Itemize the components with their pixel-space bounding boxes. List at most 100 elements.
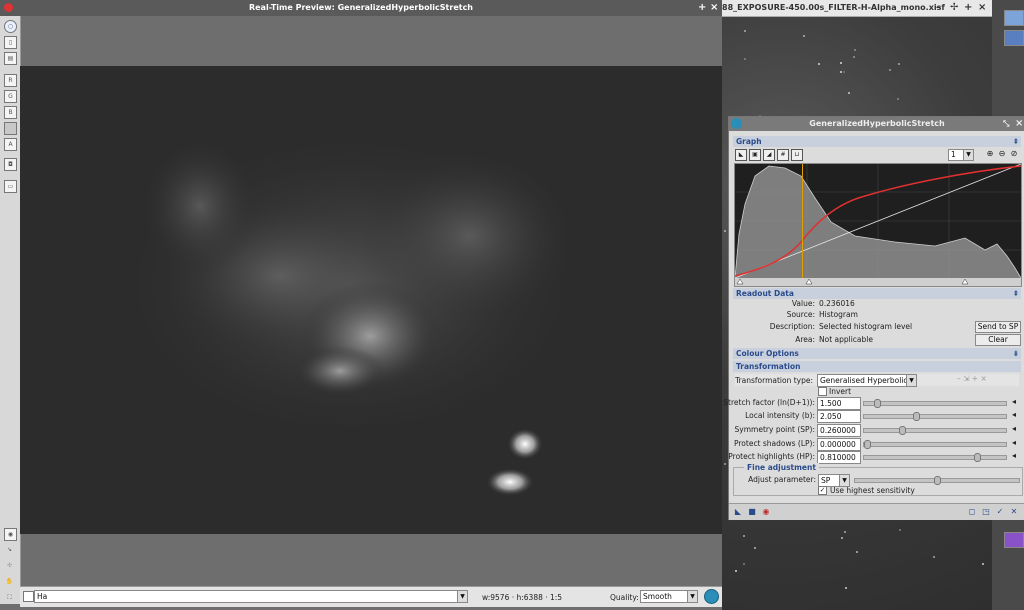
graph-save-icon[interactable]: ▣ (749, 149, 761, 161)
graph-mode-icon[interactable]: ◣ (735, 149, 747, 161)
reset-icon[interactable]: ◂ (1009, 424, 1019, 434)
symmetry-point-slider[interactable] (863, 426, 1007, 435)
close-icon[interactable]: × (1015, 117, 1023, 130)
reset-icon[interactable]: ◂ (1009, 410, 1019, 420)
dialog-bottom-bar: ◣ ■ ◉ ◻ ◳ ✓ ✕ (729, 503, 1024, 520)
channel-g-button[interactable]: G (4, 90, 17, 103)
slider-knob[interactable] (934, 476, 941, 485)
image-icon-thumbnail[interactable] (1004, 10, 1024, 26)
zoom-select[interactable]: 1 ▼ (948, 149, 974, 161)
zoom-in-icon[interactable]: ⊕ (985, 149, 995, 159)
view-select[interactable]: Ha ▼ (34, 590, 468, 603)
graph-histogram-icon[interactable]: ◢ (763, 149, 775, 161)
protect-highlights-slider[interactable] (863, 453, 1007, 462)
arrow-select-icon[interactable]: ↘ (4, 544, 15, 555)
browse-doc-icon[interactable]: ◻ (967, 507, 977, 517)
protect-highlights-label: Protect highlights (HP): (728, 452, 815, 461)
globe-icon[interactable] (704, 589, 719, 604)
star (723, 229, 726, 232)
fine-adjustment-title: Fine adjustment (744, 463, 819, 472)
quality-label: Quality: (610, 593, 639, 602)
channel-b-button[interactable]: B (4, 106, 17, 119)
apply-check-icon[interactable]: ✓ (995, 507, 1005, 517)
protect-shadows-input[interactable]: 0.000000 (817, 438, 861, 451)
slider-knob[interactable] (899, 426, 907, 435)
reset-all-icon[interactable]: ✕ (1009, 507, 1019, 517)
clear-button[interactable]: Clear (975, 334, 1021, 346)
camera-icon[interactable]: ◘ (4, 158, 17, 171)
graph-log-icon[interactable]: ⊔ (791, 149, 803, 161)
restore-icon[interactable]: ✢ (950, 0, 958, 16)
protect-shadows-slider[interactable] (863, 440, 1007, 449)
collapse-icon: ⇞ (1012, 137, 1019, 146)
star (932, 555, 935, 558)
local-intensity-slider[interactable] (863, 412, 1007, 421)
readout-value: 0.236016 (819, 299, 855, 308)
zoom-out-icon[interactable]: ⊖ (997, 149, 1007, 159)
star (743, 562, 746, 565)
channel-a-button[interactable]: A (4, 138, 17, 151)
record-icon[interactable] (4, 3, 13, 12)
graph-grid-icon[interactable]: # (777, 149, 789, 161)
slider-knob[interactable] (974, 453, 982, 462)
quality-select[interactable]: Smooth ▼ (640, 590, 698, 603)
use-highest-sensitivity-checkbox[interactable]: ✓ (818, 486, 827, 495)
channel-r-button[interactable]: R (4, 74, 17, 87)
channel-rgb-button[interactable] (4, 122, 17, 135)
stretch-factor-input[interactable]: 1.500 (817, 397, 861, 410)
slider-knob[interactable] (864, 440, 871, 449)
process-icon-thumbnail[interactable] (1004, 30, 1024, 46)
graph-section-header[interactable]: Graph ⇞ (733, 136, 1021, 147)
send-to-sp-button[interactable]: Send to SP (975, 321, 1021, 333)
shrink-icon[interactable]: ⤡ (1003, 117, 1009, 131)
colour-section-header[interactable]: Colour Options ⇟ (733, 348, 1021, 359)
star (754, 546, 757, 549)
reset-icon[interactable]: ◂ (1009, 451, 1019, 461)
stretch-factor-slider[interactable] (863, 399, 1007, 408)
readout-section-header[interactable]: Readout Data ⇞ (733, 288, 1021, 299)
maximize-icon[interactable]: + (698, 0, 706, 16)
fine-adjust-slider[interactable] (854, 476, 1020, 485)
dialog-title: GeneralizedHyperbolicStretch (809, 119, 945, 128)
view-split-icon[interactable]: ▤ (4, 52, 17, 65)
globe-icon (731, 118, 742, 129)
slider-knob[interactable] (873, 399, 881, 408)
invert-checkbox[interactable] (818, 387, 827, 396)
transformation-section-header[interactable]: Transformation (733, 361, 1021, 372)
collapse-icon: ⇞ (1012, 289, 1019, 298)
chevron-down-icon: ▼ (457, 591, 467, 602)
target-icon[interactable]: ◉ (4, 528, 17, 541)
view-rgb-icon[interactable]: ▯ (4, 36, 17, 49)
zoom-fit-icon[interactable]: ⊘ (1009, 149, 1019, 159)
window-icon[interactable]: ▭ (4, 180, 17, 193)
dialog-title-bar[interactable]: GeneralizedHyperbolicStretch ⤡ × (729, 117, 1024, 131)
star (855, 550, 858, 553)
fit-view-icon[interactable]: ⛶ (4, 592, 15, 603)
close-icon[interactable]: × (710, 0, 718, 16)
apply-global-icon[interactable]: ■ (747, 507, 757, 517)
histogram-graph[interactable] (734, 163, 1022, 287)
reset-icon[interactable]: ◂ (1009, 438, 1019, 448)
pan-icon[interactable]: ✣ (4, 560, 15, 571)
minimize-icon[interactable]: – (936, 0, 941, 16)
protect-shadows-label: Protect shadows (LP): (733, 439, 815, 448)
preview-title-bar[interactable]: Real-Time Preview: GeneralizedHyperbolic… (0, 0, 722, 16)
slider-knob[interactable] (912, 412, 920, 421)
reset-icon[interactable]: ◂ (1009, 397, 1019, 407)
source-label: Source: (786, 310, 815, 319)
preview-image[interactable] (20, 66, 722, 534)
protect-highlights-input[interactable]: 0.810000 (817, 451, 861, 464)
real-time-toggle-icon[interactable]: ○ (4, 20, 17, 33)
real-time-preview-icon[interactable]: ◉ (761, 507, 771, 517)
hand-icon[interactable]: ✋ (4, 576, 15, 587)
image-window-title-bar[interactable]: 88_EXPOSURE-450.00s_FILTER-H-Alpha_mono.… (722, 0, 992, 17)
local-intensity-input[interactable]: 2.050 (817, 410, 861, 423)
close-icon[interactable]: × (978, 0, 986, 16)
process-icon-thumbnail-2[interactable] (1004, 532, 1024, 548)
symmetry-point-input[interactable]: 0.260000 (817, 424, 861, 437)
script-icon[interactable]: ◳ (981, 507, 991, 517)
transformation-type-select[interactable]: Generalised Hyperbolic ▼ (817, 374, 917, 387)
use-highest-sensitivity-label: Use highest sensitivity (830, 486, 915, 495)
maximize-icon[interactable]: + (964, 0, 972, 16)
new-instance-icon[interactable]: ◣ (733, 507, 743, 517)
